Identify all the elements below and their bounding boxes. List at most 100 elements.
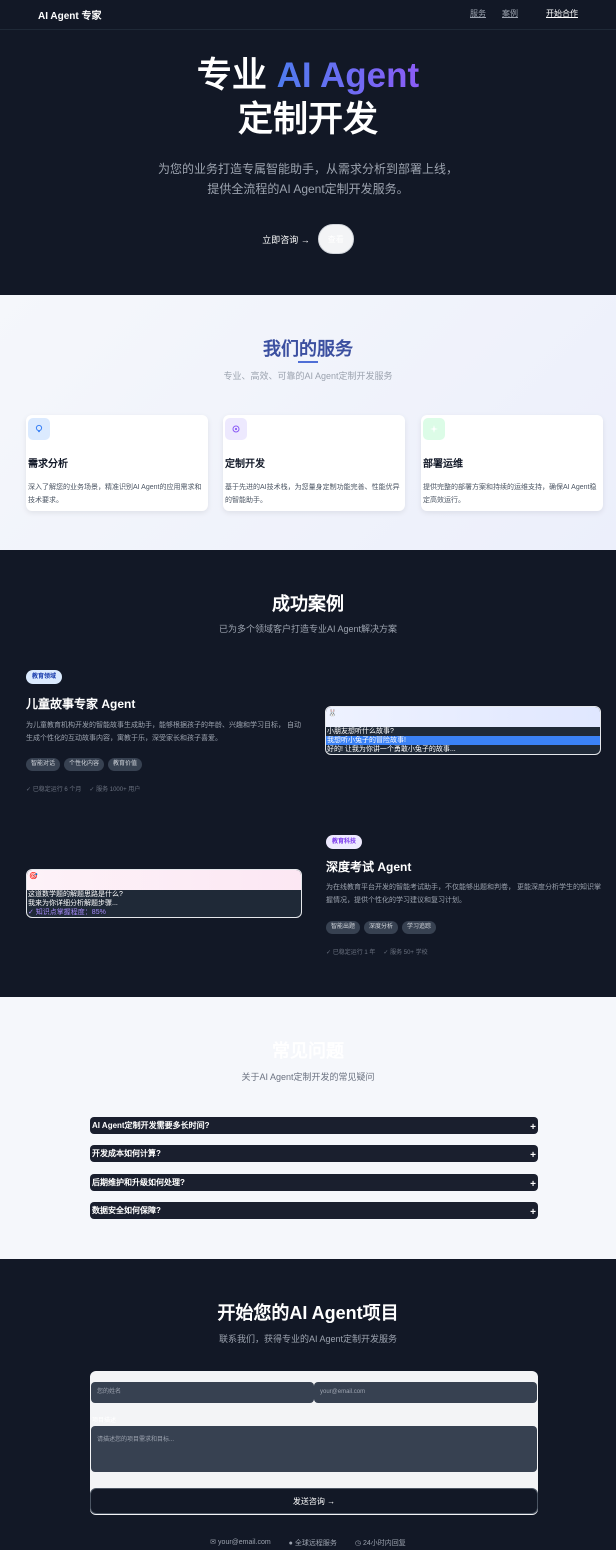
top-nav: AI Agent 专家 服务 案例 开始合作 bbox=[0, 0, 616, 30]
case-stats: ✓ 已稳定运行 6 个月 ✓ 服务 1000+ 用户 bbox=[26, 784, 140, 793]
email-input[interactable]: your@email.com bbox=[314, 1382, 537, 1403]
contact-section: 开始您的AI Agent项目 联系我们，获得专业的AI Agent定制开发服务 … bbox=[0, 1259, 616, 1550]
footer-service-text: 全球远程服务 bbox=[294, 1540, 337, 1547]
footer-service: ● 全球远程服务 bbox=[289, 1538, 337, 1548]
case-stat: ✓ 服务 1000+ 用户 bbox=[89, 787, 141, 793]
case-badge: 教育领域 bbox=[26, 670, 63, 684]
mail-icon: ✉ bbox=[210, 1539, 217, 1546]
faq-item[interactable]: 开发成本如何计算? + bbox=[90, 1145, 538, 1162]
nav-cta-link[interactable]: 开始合作 bbox=[546, 8, 578, 19]
hero-subtitle-line1: 为您的业务打造专属智能助手，从需求分析到部署上线， bbox=[157, 162, 458, 176]
hero-title-plain: 专业 bbox=[196, 56, 277, 95]
case-tag: 智能出题 bbox=[326, 921, 361, 934]
desc-label: 项目描述 bbox=[92, 1418, 117, 1424]
case-tag: 智能对话 bbox=[26, 758, 61, 771]
consult-now-button[interactable]: 立即咨询 → bbox=[262, 233, 310, 246]
faq-question: 后期维护和升级如何处理? bbox=[92, 1178, 185, 1187]
case-tag: 学习追踪 bbox=[402, 921, 437, 934]
hero-title-line2: 定制开发 bbox=[237, 100, 378, 139]
cases-title: 成功案例 bbox=[272, 594, 344, 614]
clock-icon: ◷ bbox=[354, 1540, 362, 1547]
footer-email: ✉ your@email.com bbox=[210, 1538, 271, 1548]
hero-title: 专业 AI Agent bbox=[0, 55, 616, 97]
faq-question: 开发成本如何计算? bbox=[92, 1149, 161, 1158]
case-stat: ✓ 已稳定运行 1 年 bbox=[326, 950, 376, 956]
chat-message: 小朋友想听什么故事? bbox=[327, 728, 394, 735]
faq-question: 数据安全如何保障? bbox=[92, 1206, 161, 1215]
footer-response: ◷ 24小时内回复 bbox=[355, 1538, 406, 1548]
cases-section: 成功案例 已为多个领域客户打造专业AI Agent解决方案 教育领域 儿童故事专… bbox=[0, 550, 616, 997]
case-tag: 深度分析 bbox=[364, 921, 399, 934]
footer-response-text: 24小时内回复 bbox=[363, 1540, 406, 1547]
contact-title: 开始您的AI Agent项目 bbox=[217, 1303, 399, 1323]
hero-buttons: 立即咨询 → 查看 bbox=[0, 224, 616, 254]
case-tag: 教育价值 bbox=[108, 758, 143, 771]
faq-item[interactable]: 数据安全如何保障? + bbox=[90, 1202, 538, 1219]
faq-question: AI Agent定制开发需要多长时间? bbox=[92, 1121, 210, 1130]
case-title: 儿童故事专家 Agent bbox=[26, 697, 136, 711]
nav-links: 服务 案例 开始合作 bbox=[470, 8, 578, 19]
gear-icon bbox=[225, 418, 247, 440]
hero-subtitle: 为您的业务打造专属智能助手，从需求分析到部署上线， 提供全流程的AI Agent… bbox=[0, 159, 616, 199]
chat-header: 🎯 bbox=[27, 870, 301, 890]
plus-icon: + bbox=[530, 1121, 536, 1133]
faq-item[interactable]: AI Agent定制开发需要多长时间? + bbox=[90, 1117, 538, 1134]
footer-email-text: your@email.com bbox=[218, 1539, 271, 1546]
case-title: 深度考试 Agent bbox=[326, 860, 412, 874]
services-subtitle: 专业、高效、可靠的AI Agent定制开发服务 bbox=[223, 371, 393, 381]
chat-message: 这道数学题的解题思路是什么? bbox=[28, 891, 123, 898]
view-cases-button[interactable]: 查看 bbox=[317, 224, 354, 254]
hero-title-accent: AI Agent bbox=[276, 56, 420, 95]
chat-message: 我来为你详细分析解题步骤... bbox=[28, 900, 118, 907]
service-desc: 深入了解您的业务场景，精准识别AI Agent的应用需求和技术要求。 bbox=[28, 484, 202, 504]
lightbulb-icon bbox=[28, 418, 50, 440]
services-section: 我们的服务 专业、高效、可靠的AI Agent定制开发服务 需求分析 深入了解您… bbox=[0, 295, 616, 550]
faq-item[interactable]: 后期维护和升级如何处理? + bbox=[90, 1174, 538, 1191]
plus-icon: + bbox=[530, 1149, 536, 1161]
name-input[interactable]: 您的姓名 bbox=[91, 1382, 314, 1403]
case-tags: 智能出题 深度分析 学习追踪 bbox=[326, 921, 437, 934]
service-title: 定制开发 bbox=[225, 459, 265, 470]
brand-logo[interactable]: AI Agent 专家 bbox=[38, 7, 102, 22]
chat-message-stat: ✓ 知识点掌握程度：85% bbox=[28, 909, 106, 916]
location-pin-icon: ● bbox=[288, 1540, 293, 1547]
cases-subtitle: 已为多个领域客户打造专业AI Agent解决方案 bbox=[218, 624, 398, 634]
nav-link-cases[interactable]: 案例 bbox=[502, 8, 518, 19]
service-desc: 基于先进的AI技术栈，为您量身定制功能完善、性能优异的智能助手。 bbox=[225, 484, 400, 504]
service-card-deployment: 部署运维 提供完整的部署方案和持续的运维支持，确保AI Agent稳定高效运行。 bbox=[421, 415, 603, 511]
case-desc: 为儿童教育机构开发的智能故事生成助手，能够根据孩子的年龄、兴趣和学习目标， 自动… bbox=[26, 722, 301, 742]
case-stat: ✓ 服务 50+ 学校 bbox=[383, 950, 428, 956]
services-title: 我们的服务 bbox=[263, 339, 353, 359]
case-chat-preview: 🎯 这道数学题的解题思路是什么? 我来为你详细分析解题步骤... ✓ 知识点掌握… bbox=[26, 869, 302, 918]
case-desc: 为在线教育平台开发的智能考试助手，不仅能够出题和判卷， 更能深度分析学生的知识掌… bbox=[326, 884, 601, 904]
hero-section: 专业 AI Agent 定制开发 为您的业务打造专属智能助手，从需求分析到部署上… bbox=[0, 31, 616, 295]
contact-form: 您的姓名 your@email.com 项目描述 请描述您的项目需求和目标...… bbox=[90, 1371, 538, 1515]
faq-title: 常见问题 bbox=[272, 1041, 344, 1061]
service-desc: 提供完整的部署方案和持续的运维支持，确保AI Agent稳定高效运行。 bbox=[423, 484, 597, 504]
contact-footer: ✉ your@email.com ● 全球远程服务 ◷ 24小时内回复 bbox=[0, 1538, 616, 1548]
case-stats: ✓ 已稳定运行 1 年 ✓ 服务 50+ 学校 bbox=[326, 947, 428, 956]
case-badge: 教育科技 bbox=[326, 835, 363, 849]
service-card-development: 定制开发 基于先进的AI技术栈，为您量身定制功能完善、性能优异的智能助手。 bbox=[223, 415, 405, 511]
case-stat: ✓ 已稳定运行 6 个月 bbox=[26, 787, 82, 793]
service-title: 需求分析 bbox=[28, 459, 68, 470]
case-tags: 智能对话 个性化内容 教育价值 bbox=[26, 758, 143, 771]
chat-message-user: 我想听小兔子的冒险故事! bbox=[326, 736, 600, 745]
nav-link-services[interactable]: 服务 bbox=[470, 8, 486, 19]
hero-subtitle-line2: 提供全流程的AI Agent定制开发服务。 bbox=[207, 182, 409, 196]
target-icon: 🎯 bbox=[29, 873, 38, 880]
chat-message: 好的! 让我为你讲一个勇敢小兔子的故事... bbox=[327, 746, 456, 753]
project-desc-textarea[interactable]: 请描述您的项目需求和目标... bbox=[91, 1426, 537, 1472]
contact-subtitle: 联系我们，获得专业的AI Agent定制开发服务 bbox=[218, 1334, 398, 1344]
title-divider bbox=[298, 361, 318, 363]
plus-icon: + bbox=[530, 1206, 536, 1218]
case-chat-preview: 🐰 小朋友想听什么故事? 我想听小兔子的冒险故事! 好的! 让我为你讲一个勇敢小… bbox=[325, 706, 601, 755]
faq-subtitle: 关于AI Agent定制开发的常见疑问 bbox=[241, 1072, 375, 1082]
service-title: 部署运维 bbox=[423, 459, 463, 470]
rabbit-icon: 🐰 bbox=[328, 710, 337, 717]
chat-header: 🐰 bbox=[326, 707, 600, 727]
faq-section: 常见问题 关于AI Agent定制开发的常见疑问 AI Agent定制开发需要多… bbox=[0, 997, 616, 1259]
service-card-analysis: 需求分析 深入了解您的业务场景，精准识别AI Agent的应用需求和技术要求。 bbox=[26, 415, 208, 511]
send-inquiry-button[interactable]: 发送咨询 → bbox=[90, 1488, 538, 1514]
sparkle-icon bbox=[423, 418, 445, 440]
